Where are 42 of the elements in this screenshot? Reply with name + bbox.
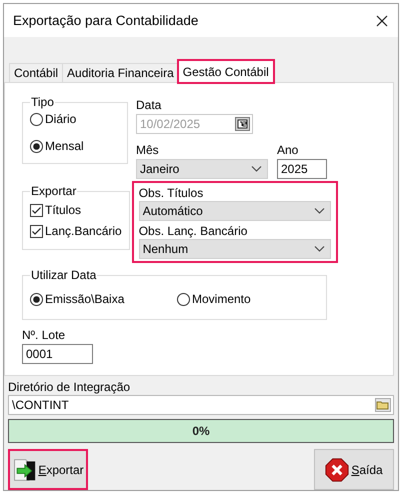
field-label: Data bbox=[136, 98, 162, 112]
month-dropdown[interactable]: Janeiro bbox=[136, 159, 268, 179]
group-label: Utilizar Data bbox=[30, 268, 98, 282]
checkbox-label: Títulos bbox=[45, 203, 82, 217]
document-arrow-icon bbox=[12, 458, 36, 482]
tab[interactable]: Auditoria Financeira bbox=[62, 63, 178, 82]
year-field[interactable]: 2025 bbox=[277, 159, 327, 179]
exit-button[interactable]: Saída bbox=[314, 449, 394, 490]
chevron-down-icon[interactable] bbox=[314, 207, 325, 215]
field-label: Ano bbox=[277, 143, 300, 157]
chevron-down-icon[interactable] bbox=[314, 245, 325, 253]
folder-icon[interactable] bbox=[375, 398, 391, 412]
field-label: Obs. Títulos bbox=[138, 186, 204, 200]
checkbox-label: Lanç.Bancário bbox=[45, 224, 122, 238]
checkbox[interactable] bbox=[30, 224, 43, 238]
progress-reading: 0% bbox=[192, 424, 210, 438]
close-icon[interactable] bbox=[376, 14, 388, 26]
batch-number-field[interactable]: 0001 bbox=[22, 344, 93, 364]
radio-button[interactable] bbox=[30, 140, 43, 152]
field-label: Mês bbox=[136, 143, 160, 157]
field-label: Obs. Lanç. Bancário bbox=[138, 224, 248, 238]
radio-label: Diário bbox=[45, 112, 76, 126]
group-label: Tipo bbox=[30, 95, 55, 109]
dropdown[interactable]: Automático bbox=[138, 201, 331, 221]
tab[interactable]: Gestão Contábil bbox=[178, 60, 274, 83]
export-button[interactable]: Exportar bbox=[8, 449, 88, 490]
radio-button[interactable] bbox=[177, 292, 190, 306]
dropdown[interactable]: Nenhum bbox=[138, 239, 331, 259]
radio-label: Mensal bbox=[45, 139, 84, 153]
checkbox[interactable] bbox=[30, 204, 43, 216]
window-title: Exportação para Contabilidade bbox=[13, 14, 198, 28]
field-label: Nº. Lote bbox=[22, 328, 66, 342]
radio-label: Emissão\Baixa bbox=[45, 292, 124, 306]
radio-button[interactable] bbox=[30, 112, 43, 126]
tab[interactable]: Contábil bbox=[9, 63, 62, 82]
field-label: Diretório de Integração bbox=[8, 380, 132, 394]
radio-button[interactable] bbox=[30, 292, 43, 306]
directory-field[interactable]: \CONTINT bbox=[8, 395, 394, 415]
stop-sign-icon bbox=[325, 458, 350, 482]
chevron-down-icon[interactable] bbox=[251, 165, 262, 173]
radio-label: Movimento bbox=[192, 292, 251, 306]
group-label: Exportar bbox=[30, 184, 78, 198]
